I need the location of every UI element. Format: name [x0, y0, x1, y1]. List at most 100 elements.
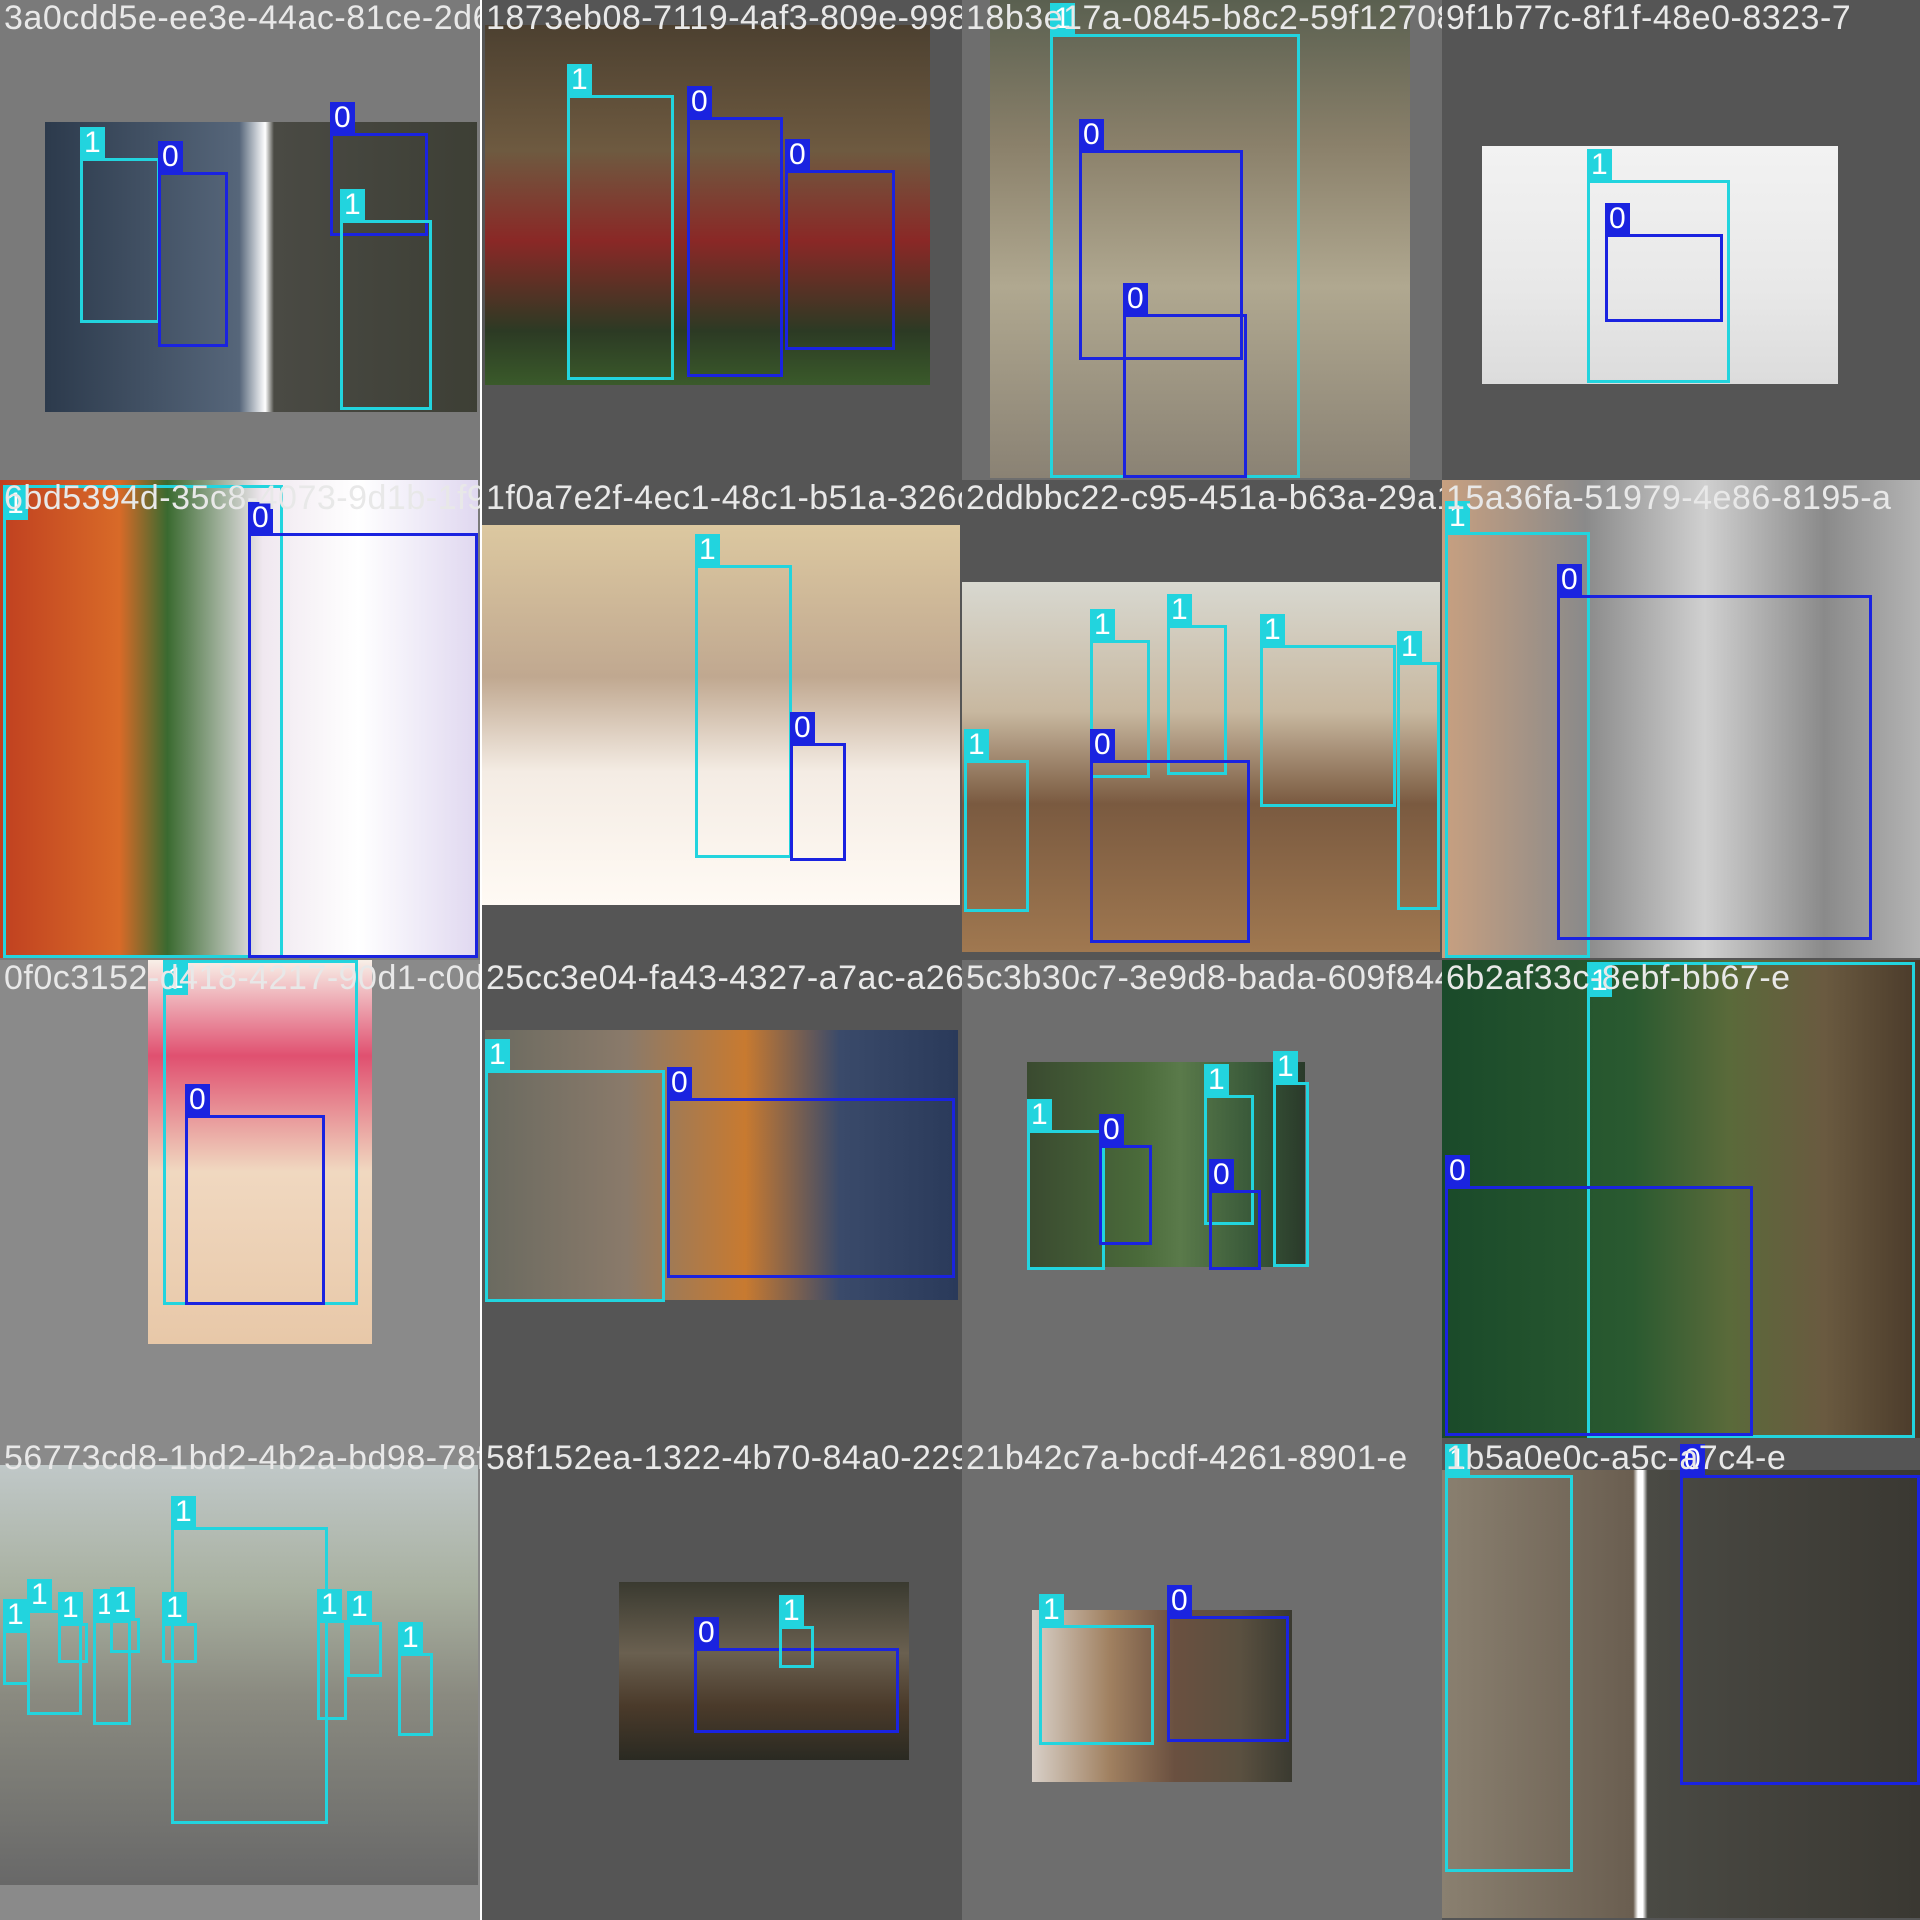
- class-label: 1: [779, 1595, 804, 1627]
- bounding-box: 1: [695, 534, 792, 858]
- bounding-box: 1: [347, 1591, 382, 1677]
- bounding-box: 1: [398, 1622, 433, 1736]
- bounding-box: 0: [1209, 1159, 1261, 1270]
- class-label: 1: [485, 1039, 510, 1071]
- bounding-box: 1: [1027, 1099, 1105, 1270]
- class-label: 0: [1123, 283, 1148, 315]
- filename-label: 5c3b30c7-3e9d8-bada-609f844519f2_jpg: [966, 960, 1442, 997]
- filename-label: 25cc3e04-fa43-4327-a7ac-a269724ad760_jpg: [486, 960, 962, 997]
- filename-label: 1873eb08-7119-4af3-809e-99805a512763_jpg: [486, 0, 962, 37]
- image-tile: 1 0 1b5a0e0c-a5c-a7c4-e: [1442, 1440, 1920, 1920]
- class-label: 1: [347, 1591, 372, 1623]
- filename-label: 2ddbbc22-c95-451a-b63a-29a1e5a7afde_jpg: [966, 480, 1442, 517]
- class-label: 0: [185, 1084, 210, 1116]
- class-label: 0: [1167, 1585, 1192, 1617]
- class-label: 1: [1027, 1099, 1052, 1131]
- bounding-box: 1: [58, 1592, 88, 1663]
- image-tile: 1 0 15a36fa-51979-4e86-8195-a: [1442, 480, 1920, 960]
- image-tile: 1 0 25cc3e04-fa43-4327-a7ac-a269724ad760_j…: [482, 960, 962, 1440]
- class-label: 0: [1557, 564, 1582, 596]
- bounding-box: 0: [1445, 1155, 1753, 1436]
- bounding-box: 0: [785, 139, 895, 350]
- image-tile: 1 0 1 0 1 5c3b30c7-3e9d8-bada-609f844519f2_jp…: [962, 960, 1442, 1440]
- filename-label: 56773cd8-1bd2-4b2a-bd98-78f1d2fea42f_jpg: [4, 1440, 480, 1477]
- bounding-box: 1: [1039, 1594, 1154, 1745]
- filename-label: 15a36fa-51979-4e86-8195-a: [1446, 480, 1892, 517]
- image-tile: 1 0 9f1b77c-8f1f-48e0-8323-7: [1442, 0, 1920, 480]
- class-label: 1: [1090, 609, 1115, 641]
- class-label: 1: [80, 127, 105, 159]
- bounding-box: 1: [964, 729, 1029, 912]
- filename-label: 9f1b77c-8f1f-48e0-8323-7: [1446, 0, 1852, 37]
- filename-label: 1b5a0e0c-a5c-a7c4-e: [1446, 1440, 1787, 1477]
- class-label: 0: [694, 1617, 719, 1649]
- filename-label: 18b3e17a-0845-b8c2-59f12708e69a_jpg: [966, 0, 1442, 37]
- bounding-box: 1: [485, 1039, 665, 1302]
- class-label: 1: [110, 1587, 135, 1619]
- filename-label: 0f0c3152-d418-4217-90d1-c0d4aa9b2d86_jpg: [4, 960, 480, 997]
- bounding-box: 0: [790, 712, 846, 861]
- class-label: 1: [1587, 149, 1612, 181]
- filename-label: 6b2af33c-8ebf-bb67-e: [1446, 960, 1791, 997]
- class-label: 0: [667, 1067, 692, 1099]
- class-label: 0: [1605, 203, 1630, 235]
- image-tile: 111111111156773cd8-1bd2-4b2a-bd98-78f1d2…: [0, 1440, 480, 1920]
- class-label: 0: [1445, 1155, 1470, 1187]
- bounding-box: 1: [1397, 631, 1440, 910]
- bounding-box: 1: [1167, 594, 1227, 775]
- image-tile: 1 0 6b2af33c-8ebf-bb67-e: [1442, 960, 1920, 1440]
- class-label: 0: [790, 712, 815, 744]
- image-tile: 1 0 21b42c7a-bcdf-4261-8901-e: [962, 1440, 1442, 1920]
- bounding-box: 1: [110, 1587, 140, 1653]
- class-label: 0: [158, 141, 183, 173]
- bounding-box: 1: [171, 1496, 328, 1824]
- bounding-box: 0: [1557, 564, 1872, 940]
- image-tile: 10018b3e17a-0845-b8c2-59f12708e69a_jpg: [962, 0, 1442, 480]
- mosaic-grid: 10013a0cdd5e-ee3e-44ac-81ce-2d67ddb4b7d0…: [0, 0, 1920, 1920]
- class-label: 0: [1099, 1114, 1124, 1146]
- class-label: 1: [1397, 631, 1422, 663]
- bounding-box: 1: [3, 1599, 30, 1685]
- filename-label: 58f152ea-1322-4b70-84a0-2294325f79bc_jpg: [486, 1440, 962, 1477]
- class-label: 1: [398, 1622, 423, 1654]
- class-label: 1: [1273, 1051, 1298, 1083]
- image-tile: 106bd5394d-35c8-4073-9d1b-1f9e2513b06_jp…: [0, 480, 480, 960]
- filename-label: 21b42c7a-bcdf-4261-8901-e: [966, 1440, 1408, 1477]
- class-label: 1: [1167, 594, 1192, 626]
- filename-label: 6bd5394d-35c8-4073-9d1b-1f9e2513b06_jpg: [4, 480, 480, 517]
- bounding-box: 1: [3, 485, 283, 958]
- bounding-box: 0: [158, 141, 228, 347]
- bounding-box: 1: [340, 189, 432, 410]
- bounding-box: 0: [1123, 283, 1247, 478]
- class-label: 1: [3, 1599, 28, 1631]
- class-label: 1: [695, 534, 720, 566]
- class-label: 1: [171, 1496, 196, 1528]
- bounding-box: 0: [1090, 729, 1250, 943]
- bounding-box: 1: [779, 1595, 814, 1668]
- bounding-box: 0: [185, 1084, 325, 1305]
- class-label: 1: [567, 64, 592, 96]
- bounding-box: 1: [1273, 1051, 1309, 1267]
- filename-label: 1f0a7e2f-4ec1-48c1-b51a-326c5f41801_jpg: [486, 480, 962, 517]
- image-tile: 1 1 1 1 1 0 2ddbbc22-c95-451a-b63a-29a1e5a7afd…: [962, 480, 1442, 960]
- class-label: 0: [1209, 1159, 1234, 1191]
- bounding-box: 0: [667, 1067, 955, 1278]
- bounding-box: 0: [1099, 1114, 1152, 1245]
- bounding-box: 0: [248, 502, 478, 958]
- bounding-box: 1: [1445, 1444, 1573, 1872]
- class-label: 1: [340, 189, 365, 221]
- class-label: 1: [1039, 1594, 1064, 1626]
- class-label: 1: [58, 1592, 83, 1624]
- filename-label: 3a0cdd5e-ee3e-44ac-81ce-2d67ddb4b7d0_jpg: [4, 0, 480, 37]
- image-tile: 0 1 58f152ea-1322-4b70-84a0-2294325f79bc_j…: [482, 1440, 962, 1920]
- bounding-box: 1: [162, 1592, 197, 1663]
- class-label: 0: [785, 139, 810, 171]
- image-tile: 1 0 1f0a7e2f-4ec1-48c1-b51a-326c5f41801_jp…: [482, 480, 962, 960]
- class-label: 0: [1079, 119, 1104, 151]
- class-label: 1: [1204, 1064, 1229, 1096]
- bounding-box: 1: [80, 127, 160, 323]
- bounding-box: 0: [1605, 203, 1723, 322]
- class-label: 1: [162, 1592, 187, 1624]
- class-label: 1: [964, 729, 989, 761]
- class-label: 0: [330, 102, 355, 134]
